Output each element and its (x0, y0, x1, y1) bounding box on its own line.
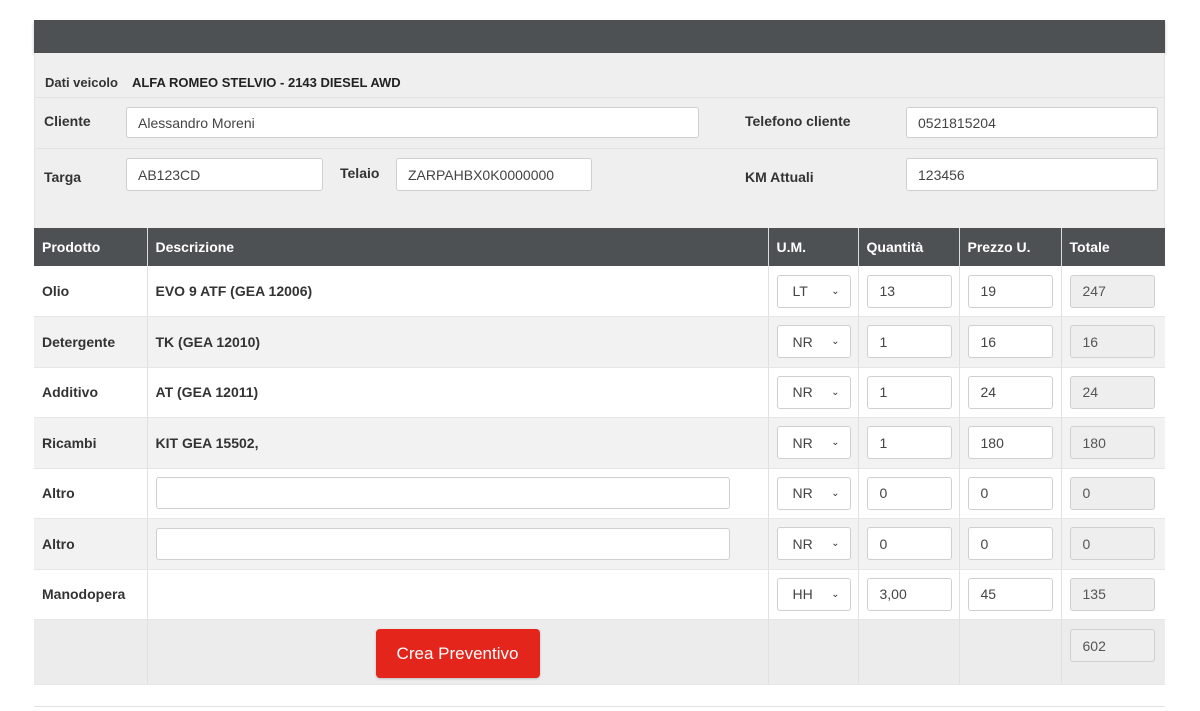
vehicle-data-row: Targa AB123CD Telaio ZARPAHBX0K0000000 K… (35, 149, 1164, 228)
table-row: Additivo AT (GEA 12011) NR ⌄ 1 24 24 (34, 367, 1165, 418)
um-select[interactable]: NR ⌄ (776, 375, 851, 409)
chevron-down-icon: ⌄ (831, 437, 840, 449)
table-footer-row: Crea Preventivo 602 (34, 619, 1165, 685)
cliente-label: Cliente (44, 113, 91, 129)
row-descrizione: TK (GEA 12010) (147, 316, 769, 368)
footer-empty-cell (768, 619, 859, 685)
chevron-down-icon: ⌄ (831, 336, 840, 348)
um-value: NR (792, 485, 813, 502)
totale-field: 135 (1069, 577, 1155, 611)
grand-total-field: 602 (1069, 629, 1155, 662)
chevron-down-icon: ⌄ (831, 487, 840, 499)
col-header-um: U.M. (768, 228, 859, 266)
totale-field: 180 (1069, 426, 1155, 460)
chevron-down-icon: ⌄ (831, 538, 840, 550)
prezzo-input[interactable]: 19 (967, 274, 1053, 308)
footer-empty-cell (34, 619, 148, 685)
row-prodotto: Altro (34, 468, 148, 519)
footer-button-cell: Crea Preventivo (147, 619, 769, 685)
cliente-input[interactable]: Alessandro Moreni (126, 107, 699, 138)
descrizione-input[interactable] (155, 477, 730, 510)
vehicle-info-section: Dati veicolo ALFA ROMEO STELVIO - 2143 D… (34, 53, 1165, 228)
totale-field: 0 (1069, 476, 1155, 510)
totale-field: 247 (1069, 274, 1155, 308)
footer-empty-cell (858, 619, 960, 685)
col-header-descrizione: Descrizione (147, 228, 769, 266)
row-descrizione: EVO 9 ATF (GEA 12006) (147, 266, 769, 317)
col-header-quantita: Quantità (858, 228, 960, 266)
items-table: Prodotto Descrizione U.M. Quantità Prezz… (34, 228, 1165, 685)
row-prodotto: Detergente (34, 316, 148, 368)
col-header-prezzo: Prezzo U. (959, 228, 1062, 266)
table-row: Detergente TK (GEA 12010) NR ⌄ 1 16 16 (34, 316, 1165, 368)
chevron-down-icon: ⌄ (831, 588, 840, 600)
prezzo-input[interactable]: 16 (967, 325, 1053, 359)
um-value: HH (792, 586, 813, 603)
telaio-label: Telaio (340, 165, 380, 181)
quantita-input[interactable]: 13 (866, 274, 952, 308)
um-value: NR (792, 535, 813, 552)
table-row: Altro NR ⌄ 0 0 0 (34, 518, 1165, 570)
telefono-label: Telefono cliente (745, 113, 851, 129)
km-label: KM Attuali (745, 169, 814, 185)
totale-field: 16 (1069, 325, 1155, 359)
table-row: Olio EVO 9 ATF (GEA 12006) LT ⌄ 13 19 247 (34, 266, 1165, 317)
prezzo-input[interactable]: 0 (967, 476, 1053, 510)
row-prodotto: Ricambi (34, 417, 148, 469)
descrizione-input[interactable] (155, 527, 730, 560)
col-header-prodotto: Prodotto (34, 228, 148, 266)
um-value: NR (792, 384, 813, 401)
vehicle-value: ALFA ROMEO STELVIO - 2143 DIESEL AWD (131, 75, 401, 90)
um-value: NR (792, 333, 813, 350)
targa-input[interactable]: AB123CD (126, 158, 323, 191)
panel-header-bar (34, 20, 1165, 53)
totale-field: 24 (1069, 375, 1155, 409)
row-prodotto: Altro (34, 518, 148, 570)
totale-field: 0 (1069, 527, 1155, 561)
quantita-input[interactable]: 0 (866, 527, 952, 561)
table-row: Ricambi KIT GEA 15502, NR ⌄ 1 180 180 (34, 417, 1165, 469)
quantita-input[interactable]: 0 (866, 476, 952, 510)
table-row: Manodopera HH ⌄ 3,00 45 135 (34, 569, 1165, 620)
um-select[interactable]: LT ⌄ (776, 274, 851, 308)
prezzo-input[interactable]: 45 (967, 577, 1053, 611)
targa-label: Targa (44, 169, 82, 185)
row-prodotto: Manodopera (34, 569, 148, 620)
prezzo-input[interactable]: 180 (967, 426, 1053, 460)
prezzo-input[interactable]: 24 (967, 375, 1053, 409)
chevron-down-icon: ⌄ (831, 386, 840, 398)
row-prodotto: Additivo (34, 367, 148, 418)
table-row: Altro NR ⌄ 0 0 0 (34, 468, 1165, 519)
um-select[interactable]: HH ⌄ (776, 577, 851, 611)
quantita-input[interactable]: 3,00 (866, 577, 952, 611)
row-descrizione (147, 569, 769, 620)
um-value: LT (792, 283, 808, 299)
col-header-totale: Totale (1061, 228, 1165, 266)
chevron-down-icon: ⌄ (831, 285, 840, 297)
crea-preventivo-button[interactable]: Crea Preventivo (375, 629, 540, 678)
um-select[interactable]: NR ⌄ (776, 426, 851, 460)
quantita-input[interactable]: 1 (866, 426, 952, 460)
client-row: Cliente Alessandro Moreni Telefono clien… (35, 98, 1164, 149)
telaio-input[interactable]: ZARPAHBX0K0000000 (396, 158, 592, 191)
quantita-input[interactable]: 1 (866, 325, 952, 359)
vehicle-row: Dati veicolo ALFA ROMEO STELVIO - 2143 D… (35, 53, 1164, 98)
km-input[interactable]: 123456 (906, 158, 1158, 191)
quote-panel: Dati veicolo ALFA ROMEO STELVIO - 2143 D… (34, 20, 1165, 228)
bottom-divider (34, 706, 1165, 707)
quantita-input[interactable]: 1 (866, 375, 952, 409)
um-select[interactable]: NR ⌄ (776, 325, 851, 359)
vehicle-label: Dati veicolo (45, 75, 118, 90)
row-descrizione: KIT GEA 15502, (147, 417, 769, 469)
row-prodotto: Olio (34, 266, 148, 317)
table-header-row: Prodotto Descrizione U.M. Quantità Prezz… (34, 228, 1165, 266)
prezzo-input[interactable]: 0 (967, 527, 1053, 561)
um-select[interactable]: NR ⌄ (776, 527, 851, 561)
um-value: NR (792, 434, 813, 451)
telefono-input[interactable]: 0521815204 (906, 107, 1158, 138)
footer-empty-cell (959, 619, 1062, 685)
um-select[interactable]: NR ⌄ (776, 476, 851, 510)
row-descrizione: AT (GEA 12011) (147, 367, 769, 418)
